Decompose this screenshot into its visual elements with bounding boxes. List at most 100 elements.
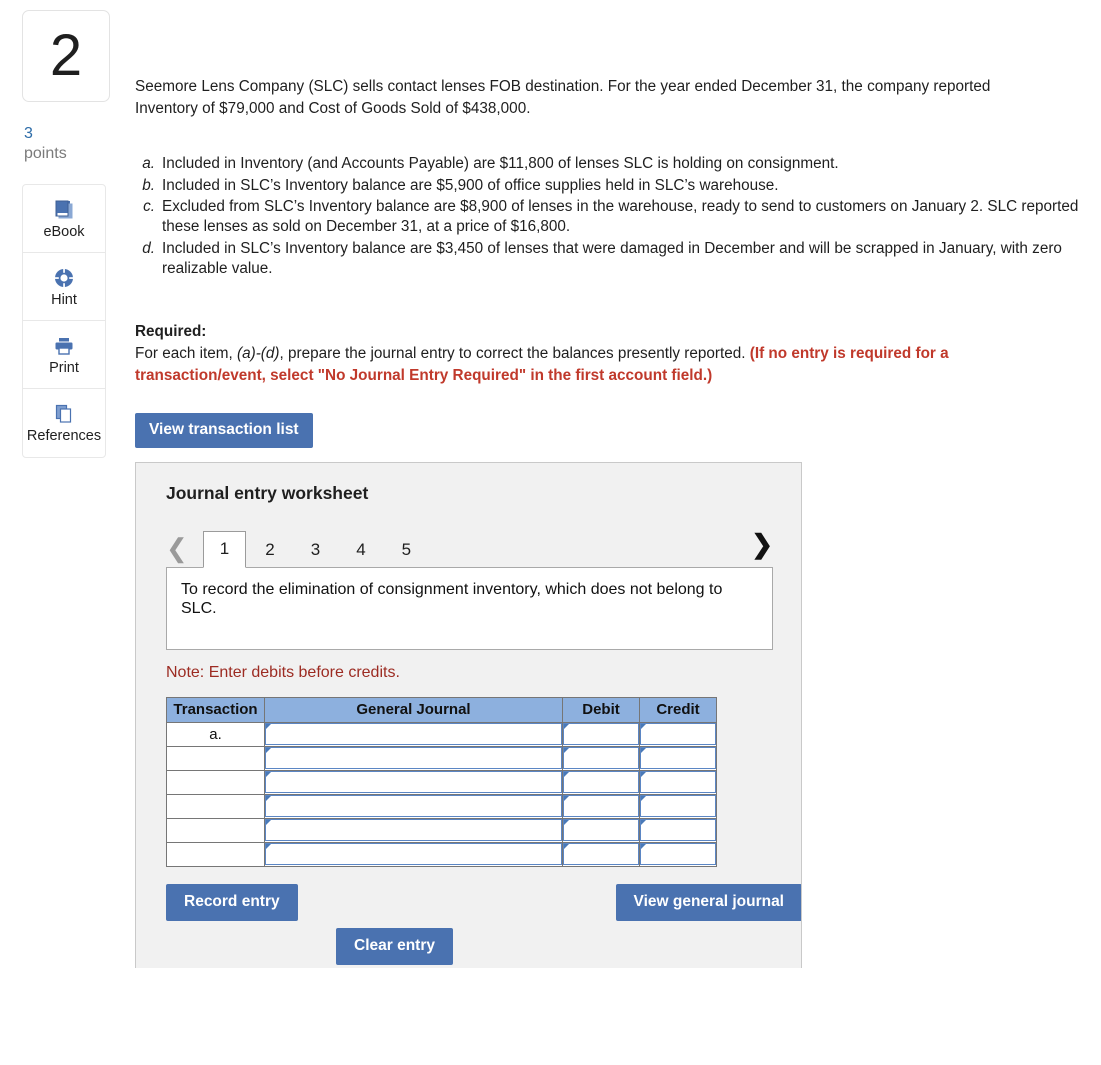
required-text-part1: For each item,	[135, 345, 238, 363]
credit-input[interactable]	[640, 843, 716, 866]
clear-entry-button[interactable]: Clear entry	[336, 927, 453, 965]
transaction-cell: a.	[166, 721, 265, 747]
transaction-cell	[166, 793, 265, 819]
credit-input[interactable]	[640, 795, 716, 818]
debit-input[interactable]	[563, 843, 639, 866]
item-letter: b.	[142, 176, 155, 194]
table-row	[166, 841, 717, 867]
credit-input[interactable]	[640, 747, 716, 770]
general-journal-cell[interactable]	[264, 721, 563, 747]
required-heading: Required:	[135, 323, 207, 341]
item-letter: a.	[142, 155, 155, 173]
journal-entry-worksheet-panel: Journal entry worksheet ❮ 1 2 3 4 5 ❯ To…	[135, 461, 802, 968]
debit-input[interactable]	[563, 747, 639, 770]
credit-cell[interactable]	[639, 745, 717, 771]
item-letter: d.	[142, 239, 155, 257]
list-item: a. Included in Inventory (and Accounts P…	[135, 154, 1085, 174]
credit-cell[interactable]	[639, 769, 717, 795]
debit-cell[interactable]	[562, 817, 640, 843]
debit-input[interactable]	[563, 723, 639, 746]
chevron-right-icon[interactable]: ❯	[751, 531, 773, 564]
record-entry-button[interactable]: Record entry	[166, 883, 298, 921]
credit-cell[interactable]	[639, 721, 717, 747]
ebook-button[interactable]: eBook	[23, 185, 105, 253]
hint-button[interactable]: Hint	[23, 253, 105, 321]
account-input[interactable]	[265, 795, 562, 818]
debit-cell[interactable]	[562, 721, 640, 747]
tool-stack: eBook Hint Print References	[22, 184, 106, 458]
question-number: 2	[49, 23, 83, 88]
debit-cell[interactable]	[562, 841, 640, 867]
hint-label: Hint	[51, 291, 77, 308]
tab-1[interactable]: 1	[202, 530, 247, 568]
points-value: 3	[24, 125, 33, 142]
points-block: 3 points	[22, 124, 112, 164]
item-text: Included in SLC’s Inventory balance are …	[162, 176, 779, 194]
debit-cell[interactable]	[562, 769, 640, 795]
question-content: Seemore Lens Company (SLC) sells contact…	[135, 0, 1085, 968]
account-input[interactable]	[265, 819, 562, 842]
question-number-box: 2	[22, 10, 110, 102]
copy-stack-icon	[53, 402, 75, 426]
question-rail: 2 3 points eBook Hint Print References	[22, 10, 112, 458]
references-button[interactable]: References	[23, 389, 105, 457]
debit-input[interactable]	[563, 771, 639, 794]
credit-cell[interactable]	[639, 793, 717, 819]
required-block: Required: For each item, (a)-(d), prepar…	[135, 321, 1070, 386]
printer-icon	[53, 334, 75, 358]
table-header-row: Transaction General Journal Debit Credit	[166, 696, 717, 723]
column-header-credit: Credit	[639, 696, 717, 723]
transaction-cell	[166, 769, 265, 795]
tab-4[interactable]: 4	[339, 532, 382, 568]
references-label: References	[26, 428, 102, 445]
journal-entry-table: Transaction General Journal Debit Credit…	[166, 696, 717, 867]
table-row: a.	[166, 721, 717, 747]
table-row	[166, 793, 717, 819]
points-label: points	[24, 145, 67, 162]
credit-input[interactable]	[640, 819, 716, 842]
general-journal-cell[interactable]	[264, 769, 563, 795]
debit-input[interactable]	[563, 819, 639, 842]
credit-input[interactable]	[640, 771, 716, 794]
required-instruction: For each item, (a)-(d), prepare the jour…	[135, 343, 1070, 386]
list-item: b. Included in SLC’s Inventory balance a…	[135, 176, 1085, 196]
worksheet-tab-bar: ❮ 1 2 3 4 5 ❯	[166, 526, 773, 568]
chevron-left-icon[interactable]: ❮	[166, 535, 188, 568]
tab-3[interactable]: 3	[294, 532, 337, 568]
table-row	[166, 817, 717, 843]
item-text: Included in SLC’s Inventory balance are …	[162, 239, 1062, 278]
item-text: Included in Inventory (and Accounts Paya…	[162, 155, 839, 173]
tab-2[interactable]: 2	[248, 532, 291, 568]
credit-cell[interactable]	[639, 841, 717, 867]
question-items-list: a. Included in Inventory (and Accounts P…	[135, 154, 1085, 279]
debit-cell[interactable]	[562, 793, 640, 819]
print-label: Print	[49, 359, 79, 376]
question-intro-text: Seemore Lens Company (SLC) sells contact…	[135, 78, 991, 118]
general-journal-cell[interactable]	[264, 817, 563, 843]
debit-input[interactable]	[563, 795, 639, 818]
general-journal-cell[interactable]	[264, 793, 563, 819]
item-text: Excluded from SLC’s Inventory balance ar…	[162, 198, 1079, 236]
account-input[interactable]	[265, 771, 562, 794]
column-header-general-journal: General Journal	[264, 696, 563, 723]
general-journal-cell[interactable]	[264, 841, 563, 867]
tab-5[interactable]: 5	[385, 532, 428, 568]
book-icon	[53, 198, 75, 222]
credit-cell[interactable]	[639, 817, 717, 843]
life-ring-icon	[53, 266, 75, 290]
credit-input[interactable]	[640, 723, 716, 746]
view-general-journal-button[interactable]: View general journal	[615, 883, 801, 921]
account-input[interactable]	[265, 723, 562, 746]
debit-cell[interactable]	[562, 745, 640, 771]
ebook-label: eBook	[43, 223, 85, 240]
general-journal-cell[interactable]	[264, 745, 563, 771]
table-row	[166, 769, 717, 795]
view-transaction-list-button[interactable]: View transaction list	[135, 412, 313, 448]
transaction-cell	[166, 817, 265, 843]
table-row	[166, 745, 717, 771]
column-header-debit: Debit	[562, 696, 640, 723]
account-input[interactable]	[265, 843, 562, 866]
column-header-transaction: Transaction	[166, 696, 265, 723]
print-button[interactable]: Print	[23, 321, 105, 389]
account-input[interactable]	[265, 747, 562, 770]
